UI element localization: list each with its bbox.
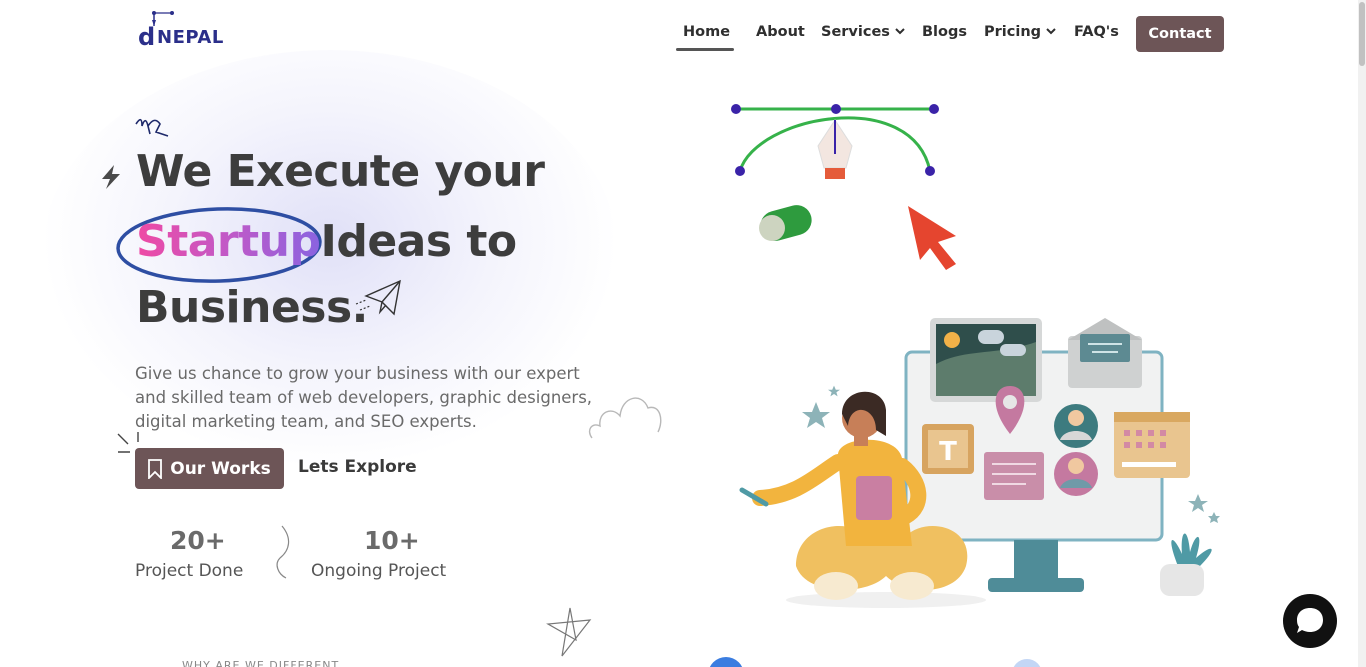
hero-headline-line2: StartupIdeas to bbox=[136, 216, 517, 267]
nav-services[interactable]: Services bbox=[821, 24, 905, 40]
chevron-down-icon bbox=[1046, 28, 1056, 35]
hero-headline-line2-rest: Ideas to bbox=[320, 216, 517, 267]
svg-text:T: T bbox=[939, 437, 957, 467]
stat-label-projects-done: Project Done bbox=[135, 561, 244, 581]
hero-description: Give us chance to grow your business wit… bbox=[135, 364, 593, 431]
page-scrollbar[interactable] bbox=[1358, 0, 1366, 667]
hero-illustration: T bbox=[731, 104, 1220, 608]
chat-icon bbox=[1297, 608, 1323, 633]
section-peek-dot-left bbox=[708, 657, 744, 667]
stat-label-ongoing: Ongoing Project bbox=[311, 561, 447, 581]
hero-headline-line1: We Execute your bbox=[136, 146, 545, 197]
bezier-pen-tool-illustration bbox=[731, 104, 939, 179]
hero-headline-line3: Business. bbox=[136, 282, 368, 333]
paper-plane-icon bbox=[355, 279, 401, 316]
our-works-button[interactable]: Our Works bbox=[135, 448, 284, 489]
logo[interactable]: d NEPAL bbox=[138, 10, 234, 51]
logo-text: NEPAL bbox=[157, 27, 224, 48]
logo-letter: d bbox=[138, 23, 156, 51]
lets-explore-link[interactable]: Lets Explore bbox=[298, 457, 417, 477]
chat-widget-button[interactable] bbox=[1283, 594, 1337, 648]
scrollbar-thumb[interactable] bbox=[1359, 2, 1365, 66]
our-works-label: Our Works bbox=[170, 458, 271, 479]
nav-blogs[interactable]: Blogs bbox=[922, 24, 967, 40]
section-peek-heading: WHY ARE WE DIFFERENT bbox=[182, 659, 340, 667]
nav-about[interactable]: About bbox=[756, 24, 805, 40]
nav-pricing[interactable]: Pricing bbox=[984, 24, 1056, 40]
nav-home[interactable]: Home bbox=[683, 24, 730, 40]
nav-faq[interactable]: FAQ's bbox=[1074, 24, 1119, 40]
page: d NEPAL Home About Services Blogs Pricin… bbox=[0, 0, 1358, 667]
stat-value-ongoing: 10+ bbox=[364, 526, 420, 555]
toggle-illustration bbox=[759, 205, 812, 241]
nav-pricing-label: Pricing bbox=[984, 24, 1042, 40]
stat-value-projects-done: 20+ bbox=[170, 526, 226, 555]
divider-squiggle bbox=[276, 525, 290, 579]
nav-services-label: Services bbox=[821, 24, 890, 40]
chevron-down-icon bbox=[895, 28, 905, 35]
cursor-arrow-illustration bbox=[908, 206, 956, 270]
bolt-icon bbox=[102, 165, 120, 189]
hero-highlight-word: Startup bbox=[136, 216, 321, 267]
scribble-signature-icon bbox=[135, 118, 169, 137]
cloud-sketch-icon bbox=[588, 397, 662, 439]
bookmark-icon bbox=[148, 458, 163, 479]
star-sketch-icon bbox=[546, 607, 592, 657]
nav-active-indicator bbox=[676, 48, 734, 51]
contact-button[interactable]: Contact bbox=[1136, 16, 1224, 52]
section-peek-dot-right bbox=[1012, 659, 1042, 667]
